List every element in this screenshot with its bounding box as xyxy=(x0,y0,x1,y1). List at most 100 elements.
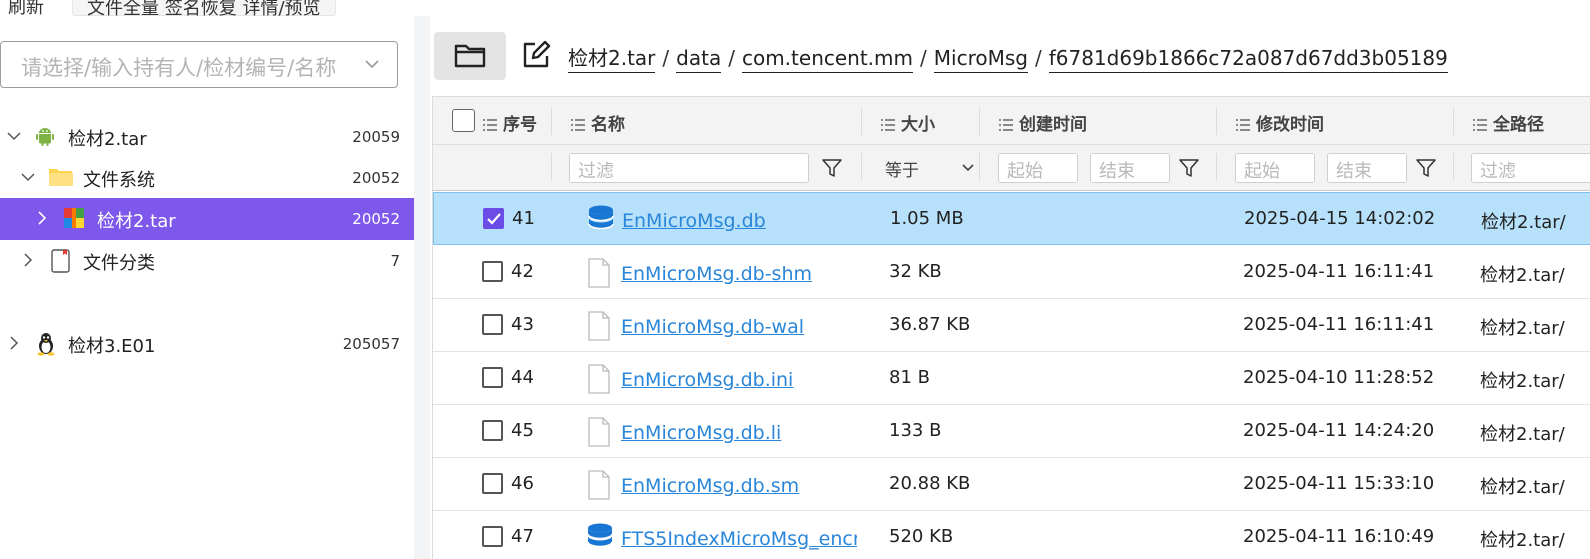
linux-icon xyxy=(37,333,55,356)
row-checkbox[interactable] xyxy=(482,314,503,335)
database-icon xyxy=(587,523,613,548)
chevron-down-icon[interactable] xyxy=(6,128,22,144)
full-path: 检材2.tar/ xyxy=(1480,424,1565,445)
refresh-button[interactable]: 刷新 xyxy=(8,0,44,16)
column-menu-icon[interactable] xyxy=(571,119,585,131)
file-icon xyxy=(588,470,610,500)
size-operator-select[interactable]: 等于 xyxy=(875,153,979,183)
tree-item-label: 文件分类 xyxy=(83,253,155,274)
name-filter-input[interactable]: 过滤 xyxy=(569,153,809,183)
column-header-name[interactable]: 名称 xyxy=(571,110,625,135)
modified-time: 2025-04-11 16:10:49 xyxy=(1243,526,1435,547)
table-row[interactable]: 42 EnMicroMsg.db-shm 32 KB 2025-04-11 16… xyxy=(433,246,1590,299)
tree-item-evidence2[interactable]: 检材2.tar 20059 xyxy=(0,116,414,158)
file-name-link[interactable]: EnMicroMsg.db.sm xyxy=(621,475,857,497)
table-row[interactable]: 43 EnMicroMsg.db-wal 36.87 KB 2025-04-11… xyxy=(433,299,1590,352)
tree-item-label: 检材2.tar xyxy=(97,211,176,232)
column-menu-icon[interactable] xyxy=(483,119,497,131)
row-index: 43 xyxy=(511,314,534,335)
column-menu-icon[interactable] xyxy=(1473,119,1487,131)
modified-time: 2025-04-11 16:11:41 xyxy=(1243,261,1435,282)
filter-funnel-icon[interactable] xyxy=(1179,158,1199,178)
table-row[interactable]: 41 EnMicroMsg.db 1.05 MB 2025-04-15 14:0… xyxy=(433,192,1590,245)
row-checkbox[interactable] xyxy=(482,526,503,547)
row-checkbox[interactable] xyxy=(482,367,503,388)
table-header: 序号 名称 大小 创建时间 修改时间 全路径 xyxy=(433,97,1590,145)
table-row[interactable]: 46 EnMicroMsg.db.sm 20.88 KB 2025-04-11 … xyxy=(433,458,1590,511)
file-size: 32 KB xyxy=(889,261,942,282)
row-index: 41 xyxy=(512,208,535,229)
column-header-modified[interactable]: 修改时间 xyxy=(1236,110,1324,135)
row-checkbox[interactable] xyxy=(483,208,504,229)
table-row[interactable]: 45 EnMicroMsg.db.li 133 B 2025-04-11 14:… xyxy=(433,405,1590,458)
table-row[interactable]: 47 FTS5IndexMicroMsg_encrypted.db 520 KB… xyxy=(433,511,1590,559)
tree-item-label: 文件系统 xyxy=(83,170,155,191)
toolbar-button-group[interactable]: 文件全量 签名恢复 详情/预览 xyxy=(72,0,336,16)
breadcrumb-item[interactable]: com.tencent.mm xyxy=(741,46,914,73)
top-toolbar: 刷新 文件全量 签名恢复 详情/预览 xyxy=(0,0,1590,16)
file-name-link[interactable]: EnMicroMsg.db xyxy=(622,210,858,232)
breadcrumb-item[interactable]: data xyxy=(676,46,722,73)
modified-time: 2025-04-10 11:28:52 xyxy=(1243,367,1435,388)
modified-end-input[interactable]: 结束 xyxy=(1327,153,1407,183)
selector-placeholder: 请选择/输入持有人/检材编号/名称 xyxy=(21,56,337,80)
chevron-down-icon[interactable] xyxy=(20,169,36,185)
tree-item-evidence2-archive[interactable]: 检材2.tar 20052 xyxy=(0,198,414,240)
full-path: 检材2.tar/ xyxy=(1481,212,1566,233)
full-path: 检材2.tar/ xyxy=(1480,318,1565,339)
column-header-index[interactable]: 序号 xyxy=(483,110,537,135)
chevron-right-icon[interactable] xyxy=(34,210,50,226)
file-icon xyxy=(588,364,610,394)
panel-splitter[interactable] xyxy=(414,16,430,559)
created-start-input[interactable]: 起始 xyxy=(998,153,1078,183)
breadcrumb: 检材2.tar / data / com.tencent.mm / MicroMsg / f67… xyxy=(568,42,1448,73)
row-checkbox[interactable] xyxy=(482,473,503,494)
file-name-link[interactable]: EnMicroMsg.db.li xyxy=(621,422,857,444)
tree-item-label: 检材3.E01 xyxy=(68,336,156,357)
evidence-selector[interactable]: 请选择/输入持有人/检材编号/名称 xyxy=(0,41,398,88)
file-name-link[interactable]: FTS5IndexMicroMsg_encrypted.db xyxy=(621,528,857,550)
open-folder-button[interactable] xyxy=(434,32,506,80)
chevron-right-icon[interactable] xyxy=(6,335,22,351)
created-end-input[interactable]: 结束 xyxy=(1090,153,1170,183)
folder-icon xyxy=(49,169,73,186)
row-checkbox[interactable] xyxy=(482,420,503,441)
column-menu-icon[interactable] xyxy=(1236,119,1250,131)
main-panel: 检材2.tar / data / com.tencent.mm / MicroMsg / f67… xyxy=(430,16,1590,559)
file-size: 520 KB xyxy=(889,526,954,547)
full-path: 检材2.tar/ xyxy=(1480,530,1565,551)
table-row[interactable]: 44 EnMicroMsg.db.ini 81 B 2025-04-10 11:… xyxy=(433,352,1590,405)
row-index: 46 xyxy=(511,473,534,494)
select-all-checkbox[interactable] xyxy=(452,109,475,132)
filter-funnel-icon[interactable] xyxy=(1416,158,1436,178)
edit-path-icon[interactable] xyxy=(521,40,551,70)
column-header-size[interactable]: 大小 xyxy=(881,110,935,135)
file-size: 133 B xyxy=(889,420,942,441)
tree-item-count: 205057 xyxy=(342,335,400,353)
tree-item-count: 7 xyxy=(390,252,400,270)
breadcrumb-item[interactable]: f6781d69b1866c72a087d67dd3b05189 xyxy=(1048,46,1448,73)
column-header-created[interactable]: 创建时间 xyxy=(999,110,1087,135)
file-name-link[interactable]: EnMicroMsg.db-shm xyxy=(621,263,857,285)
fullpath-filter-input[interactable]: 过滤 xyxy=(1471,153,1590,183)
tree-item-filesystem[interactable]: 文件系统 20052 xyxy=(0,157,414,199)
file-name-link[interactable]: EnMicroMsg.db-wal xyxy=(621,316,857,338)
file-table: 序号 名称 大小 创建时间 修改时间 全路径 过滤 等于 起始 结束 起始 结束… xyxy=(432,96,1590,559)
column-header-fullpath[interactable]: 全路径 xyxy=(1473,110,1544,135)
column-menu-icon[interactable] xyxy=(881,119,895,131)
modified-time: 2025-04-11 16:11:41 xyxy=(1243,314,1435,335)
file-name-link[interactable]: EnMicroMsg.db.ini xyxy=(621,369,857,391)
path-bar: 检材2.tar / data / com.tencent.mm / MicroMsg / f67… xyxy=(430,16,1590,92)
tree-item-evidence3[interactable]: 检材3.E01 205057 xyxy=(0,323,414,365)
row-checkbox[interactable] xyxy=(482,261,503,282)
filter-funnel-icon[interactable] xyxy=(822,158,842,178)
column-menu-icon[interactable] xyxy=(999,119,1013,131)
chevron-right-icon[interactable] xyxy=(20,252,36,268)
breadcrumb-item[interactable]: 检材2.tar xyxy=(568,46,656,73)
tree-item-count: 20052 xyxy=(352,210,400,228)
breadcrumb-item[interactable]: MicroMsg xyxy=(933,46,1028,73)
folder-outline-icon xyxy=(454,44,486,68)
modified-start-input[interactable]: 起始 xyxy=(1235,153,1315,183)
tree-item-file-category[interactable]: 文件分类 7 xyxy=(0,240,414,282)
modified-time: 2025-04-11 14:24:20 xyxy=(1243,420,1435,441)
